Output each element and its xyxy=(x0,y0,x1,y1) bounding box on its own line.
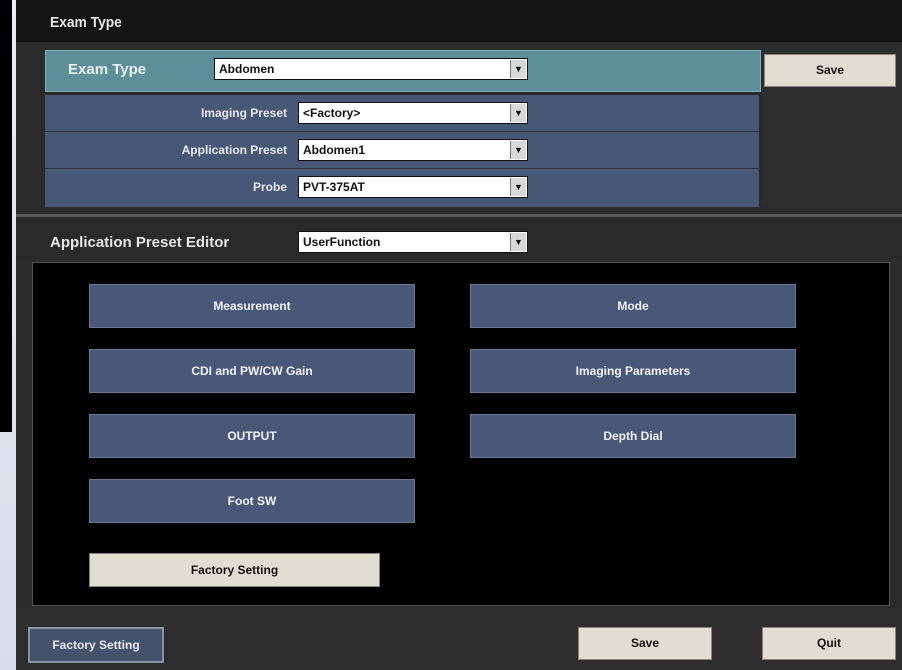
dropdown-arrow-icon[interactable]: ▼ xyxy=(510,141,526,159)
dropdown-arrow-icon[interactable]: ▼ xyxy=(510,104,526,122)
background-strip xyxy=(0,0,12,432)
cdi-gain-button[interactable]: CDI and PW/CW Gain xyxy=(89,349,415,393)
exam-type-value: Abdomen xyxy=(219,62,275,76)
title-bar xyxy=(16,0,902,42)
top-save-button[interactable]: Save xyxy=(764,54,896,87)
window-title: Exam Type xyxy=(50,14,122,31)
exam-type-label: Exam Type xyxy=(68,61,147,78)
dropdown-arrow-icon[interactable]: ▼ xyxy=(510,233,526,251)
application-preset-value: Abdomen1 xyxy=(303,143,366,157)
section-divider xyxy=(16,214,902,217)
probe-value: PVT-375AT xyxy=(303,180,365,194)
dropdown-arrow-icon[interactable]: ▼ xyxy=(510,178,526,196)
editor-factory-setting-button[interactable]: Factory Setting xyxy=(89,553,380,587)
editor-category-select[interactable]: UserFunction ▼ xyxy=(298,231,528,253)
depth-dial-button[interactable]: Depth Dial xyxy=(470,414,796,458)
imaging-preset-label: Imaging Preset xyxy=(200,106,287,120)
probe-label: Probe xyxy=(252,180,287,194)
foot-sw-button[interactable]: Foot SW xyxy=(89,479,415,523)
measurement-button[interactable]: Measurement xyxy=(89,284,415,328)
application-preset-label: Application Preset xyxy=(181,143,287,157)
dropdown-arrow-icon[interactable]: ▼ xyxy=(510,60,526,78)
output-button[interactable]: OUTPUT xyxy=(89,414,415,458)
application-preset-select[interactable]: Abdomen1 ▼ xyxy=(298,139,528,161)
probe-select[interactable]: PVT-375AT ▼ xyxy=(298,176,528,198)
editor-category-value: UserFunction xyxy=(303,235,381,249)
imaging-parameters-button[interactable]: Imaging Parameters xyxy=(470,349,796,393)
imaging-preset-value: <Factory> xyxy=(303,106,361,120)
imaging-preset-select[interactable]: <Factory> ▼ xyxy=(298,102,528,124)
exam-type-select[interactable]: Abdomen ▼ xyxy=(214,58,528,80)
factory-setting-button[interactable]: Factory Setting xyxy=(28,627,164,663)
save-button[interactable]: Save xyxy=(578,627,712,660)
mode-button[interactable]: Mode xyxy=(470,284,796,328)
quit-button[interactable]: Quit xyxy=(762,627,896,660)
editor-title: Application Preset Editor xyxy=(50,234,230,251)
